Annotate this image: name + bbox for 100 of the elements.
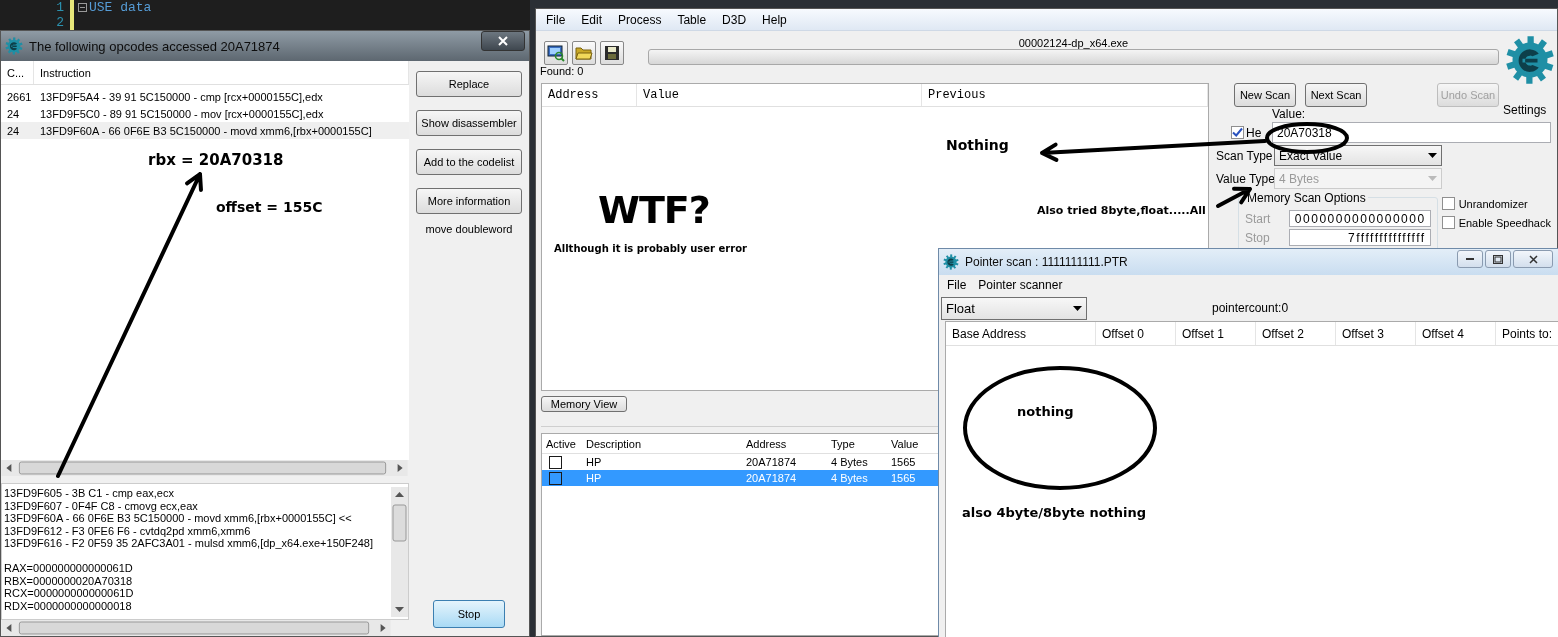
column-header[interactable]: Points to: <box>1496 322 1558 345</box>
list-row[interactable]: 2661 13FD9F5A4 - 39 91 5C150000 - cmp [rcx+0000155C],edx <box>1 88 409 105</box>
menu-item[interactable]: Edit <box>581 12 603 27</box>
action-button[interactable]: More information <box>416 188 522 214</box>
table-cell-text: 4 Bytes <box>830 472 869 484</box>
code-line: 13FD9F612 - F3 0FE6 F6 - cvtdq2pd xmm6,xmm6 <box>4 524 252 538</box>
menu-item[interactable]: D3D <box>722 12 747 27</box>
checkbox-label: Unrandomizer <box>1458 197 1528 210</box>
logo-icon <box>1505 35 1555 85</box>
register-line: RCX=000000000000061D <box>4 587 135 600</box>
column-header[interactable]: Previous <box>922 84 1208 106</box>
column-header[interactable]: Address <box>542 84 637 106</box>
menu-item[interactable]: Pointer scanner <box>978 278 1063 292</box>
menu-item[interactable]: File <box>947 278 967 292</box>
caret-icon <box>1073 305 1082 311</box>
checkbox[interactable] <box>1441 197 1455 210</box>
value-field[interactable]: 20A70318 <box>1272 122 1551 143</box>
table-cell-text: 20A71874 <box>745 456 798 468</box>
table-cell-text: 1565 <box>890 472 917 484</box>
action-button[interactable]: Replace <box>416 71 522 97</box>
table-cell-text: 13FD9F5C0 - 89 91 5C150000 - mov [rcx+0000155C],edx <box>39 107 325 120</box>
window-title: The following opcodes accessed 20A71874 <box>29 38 280 54</box>
close-icon <box>498 36 508 46</box>
annotation-text: Also tried 8byte,float.....All <box>1037 204 1206 217</box>
column-header[interactable]: Offset 0 <box>1096 322 1176 345</box>
checkbox[interactable] <box>549 471 562 485</box>
checkbox-label: Enable Speedhack <box>1458 216 1551 229</box>
settings-label[interactable]: Settings <box>1503 103 1547 117</box>
table-cell-text: 13FD9F60A - 66 0F6E B3 5C150000 - movd xmm6,[rbx+0000155C] <box>39 124 373 137</box>
column-header[interactable]: Offset 2 <box>1256 322 1336 345</box>
checkbox[interactable] <box>1441 216 1455 229</box>
gear-icon <box>5 37 23 55</box>
action-button[interactable]: Add to the codelist <box>416 149 522 175</box>
type-select[interactable]: Float <box>941 296 1087 320</box>
stop-label: Stop <box>1245 230 1271 245</box>
annotation-text: WTF? <box>598 188 710 232</box>
stop-button[interactable]: Stop <box>433 600 505 628</box>
hex-label: He <box>1246 125 1263 140</box>
scrollbar[interactable] <box>1 620 391 636</box>
table-cell-text: HP <box>585 456 603 468</box>
folder-icon <box>575 45 593 61</box>
process-button[interactable] <box>544 41 568 65</box>
code-line: 13FD9F60A - 66 0F6E B3 5C150000 - movd xmm6,[rbx+0000155C] << <box>4 512 353 525</box>
window-title: Pointer scan : 1111111111.PTR <box>965 255 1128 269</box>
column-header[interactable]: Offset 1 <box>1176 322 1256 345</box>
close-icon <box>1528 254 1538 264</box>
register-line: RAX=000000000000061D <box>4 562 134 575</box>
menu-item[interactable]: Process <box>618 12 662 27</box>
collapse-icon[interactable] <box>78 3 87 12</box>
instruction-description: move doubleword <box>425 223 513 235</box>
pointer-count: pointercount:0 <box>1212 301 1289 315</box>
list-row[interactable]: 24 13FD9F60A - 66 0F6E B3 5C150000 - movd xmm6,[rbx+0000155C] <box>1 122 409 139</box>
close-button[interactable] <box>1513 250 1553 268</box>
column-header[interactable]: Offset 3 <box>1336 322 1416 345</box>
stop-field[interactable]: 7fffffffffffffff <box>1289 229 1431 246</box>
line-number: 2 <box>55 15 65 30</box>
table-cell-text: 4 Bytes <box>830 456 869 468</box>
table-cell-text: 24 <box>6 124 21 137</box>
close-button[interactable] <box>481 31 525 51</box>
value-label: Value: <box>1272 108 1306 120</box>
column-header[interactable]: Description <box>582 434 742 453</box>
scrollbar[interactable] <box>391 487 408 618</box>
action-button[interactable]: Show disassembler <box>416 110 522 136</box>
minimize-button[interactable] <box>1457 250 1483 268</box>
annotation-text: Nothing <box>946 137 1009 153</box>
column-header[interactable]: Address <box>742 434 827 453</box>
column-header[interactable]: Active <box>542 434 582 453</box>
annotation-text: nothing <box>1017 404 1074 419</box>
code-line: 13FD9F616 - F2 0F59 35 2AFC3A01 - mulsd xmm6,[dp_x64.exe+150F248] <box>4 537 374 550</box>
menu-item[interactable]: Help <box>762 12 787 27</box>
scan-button[interactable]: New Scan <box>1234 83 1296 107</box>
column-header[interactable]: Type <box>827 434 887 453</box>
scan-type-label: Scan Type <box>1216 148 1271 163</box>
menu-item[interactable]: File <box>546 12 566 27</box>
start-field[interactable]: 0000000000000000 <box>1289 210 1431 227</box>
column-header[interactable]: C... <box>1 61 34 84</box>
column-header[interactable]: Value <box>637 84 922 106</box>
save-button[interactable] <box>600 41 624 65</box>
code-line: USE data <box>89 0 152 15</box>
caret-icon <box>1428 153 1437 158</box>
scrollbar[interactable] <box>1 460 408 477</box>
column-header[interactable]: Instruction <box>34 61 409 84</box>
open-button[interactable] <box>572 41 596 65</box>
memory-view-button[interactable]: Memory View <box>541 396 627 412</box>
hex-checkbox[interactable] <box>1231 126 1244 139</box>
scan-button[interactable]: Next Scan <box>1305 83 1367 107</box>
table-cell-text: 13FD9F5A4 - 39 91 5C150000 - cmp [rcx+0000155C],edx <box>39 90 324 103</box>
maximize-button[interactable] <box>1485 250 1511 268</box>
column-header[interactable]: Base Address <box>946 322 1096 345</box>
code-line: 13FD9F607 - 0F4F C8 - cmovg ecx,eax <box>4 499 199 513</box>
minimize-icon <box>1466 258 1474 260</box>
checkbox[interactable] <box>549 455 562 469</box>
annotation-text: Allthough it is probably user error <box>554 243 747 254</box>
table-cell-text: 20A71874 <box>745 472 798 484</box>
list-row[interactable]: 24 13FD9F5C0 - 89 91 5C150000 - mov [rcx+0000155C],edx <box>1 105 409 122</box>
maximize-icon <box>1493 254 1503 264</box>
column-header[interactable]: Offset 4 <box>1416 322 1496 345</box>
menu-item[interactable]: Table <box>677 12 707 27</box>
group-title: Memory Scan Options <box>1245 191 1368 205</box>
table-cell-text: 24 <box>6 107 21 120</box>
